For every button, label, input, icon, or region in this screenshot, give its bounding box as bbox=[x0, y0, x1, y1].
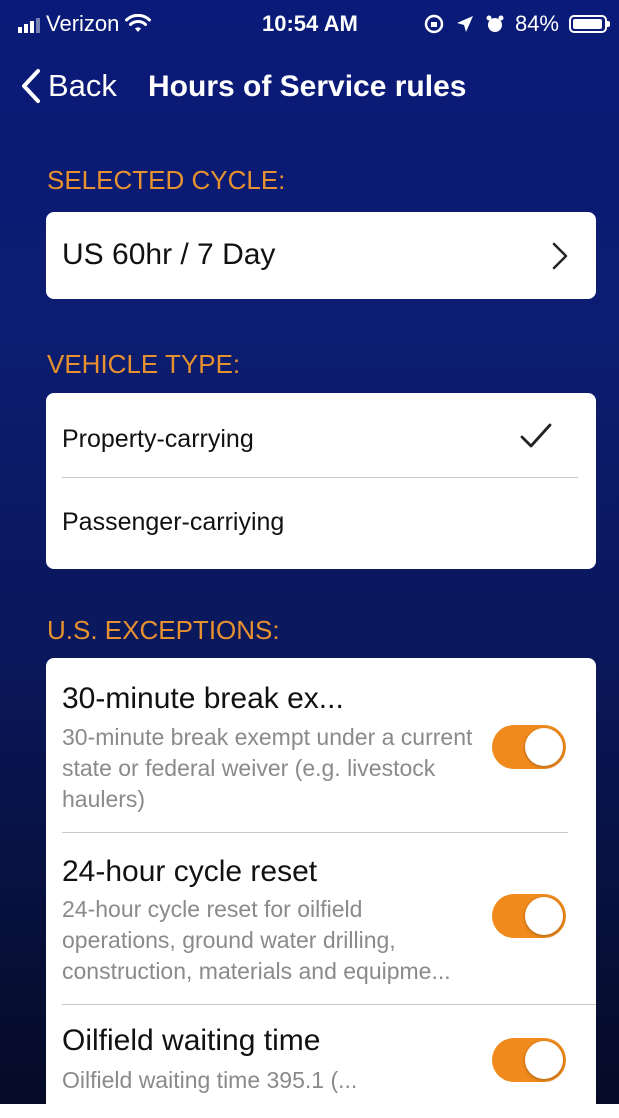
exception-title: Oilfield waiting time bbox=[62, 1024, 321, 1057]
alarm-icon bbox=[486, 15, 504, 32]
vehicle-option-property[interactable]: Property-carrying bbox=[46, 393, 596, 477]
chevron-left-icon bbox=[22, 69, 40, 103]
exception-toggle-oilfield-waiting[interactable] bbox=[492, 1038, 566, 1082]
clock: 10:54 AM bbox=[262, 11, 358, 36]
exception-toggle-24-hour-reset[interactable] bbox=[492, 894, 566, 938]
selected-cycle-label: SELECTED CYCLE: bbox=[47, 165, 286, 195]
exception-row-oilfield-waiting: Oilfield waiting time Oilfield waiting t… bbox=[46, 1005, 596, 1118]
wifi-icon bbox=[125, 14, 152, 32]
status-right: 84% bbox=[423, 11, 610, 37]
exception-description: Oilfield waiting time 395.1 (... bbox=[62, 1067, 358, 1093]
back-label: Back bbox=[48, 68, 117, 103]
exception-title: 24-hour cycle reset bbox=[62, 855, 318, 888]
vehicle-option-label: Property-carrying bbox=[62, 425, 254, 453]
page-title: Hours of Service rules bbox=[148, 70, 467, 103]
selected-cycle-row[interactable]: US 60hr / 7 Day bbox=[46, 212, 596, 299]
vehicle-option-passenger[interactable]: Passenger-carriying bbox=[46, 478, 596, 569]
carrier-group: Verizon bbox=[18, 11, 152, 37]
vehicle-type-label: VEHICLE TYPE: bbox=[47, 349, 241, 379]
screen-background: Verizon 10:54 AM 84% Back Hours of Servi… bbox=[0, 0, 619, 1118]
exceptions-list: 30-minute break ex... 30-minute break ex… bbox=[46, 658, 596, 1118]
exception-row-30-minute-break: 30-minute break ex... 30-minute break ex… bbox=[46, 658, 596, 832]
exception-description: 30-minute break exempt under a current s… bbox=[62, 724, 473, 812]
vehicle-option-label: Passenger-carriying bbox=[62, 508, 285, 536]
status-bar: Verizon 10:54 AM 84% bbox=[0, 0, 619, 50]
checkmark-icon bbox=[520, 423, 552, 448]
exception-description: 24-hour cycle reset for oilfield operati… bbox=[62, 896, 451, 984]
battery-percent: 84% bbox=[514, 11, 559, 36]
battery-icon bbox=[569, 15, 610, 33]
back-button[interactable]: Back bbox=[20, 68, 117, 104]
exceptions-label: U.S. EXCEPTIONS: bbox=[47, 615, 280, 645]
vehicle-type-list: Property-carrying Passenger-carriying bbox=[46, 393, 596, 569]
selected-cycle-value: US 60hr / 7 Day bbox=[62, 238, 276, 271]
navigation-bar: Back Hours of Service rules bbox=[0, 60, 619, 120]
exception-row-24-hour-reset: 24-hour cycle reset 24-hour cycle reset … bbox=[46, 833, 596, 1003]
signal-icon bbox=[18, 15, 40, 33]
exception-title: 30-minute break ex... bbox=[62, 682, 344, 715]
location-icon bbox=[456, 16, 473, 32]
rotation-lock-icon bbox=[424, 14, 444, 34]
carrier-label: Verizon bbox=[46, 11, 120, 36]
chevron-right-icon bbox=[552, 242, 568, 270]
exception-toggle-30-minute-break[interactable] bbox=[492, 725, 566, 769]
